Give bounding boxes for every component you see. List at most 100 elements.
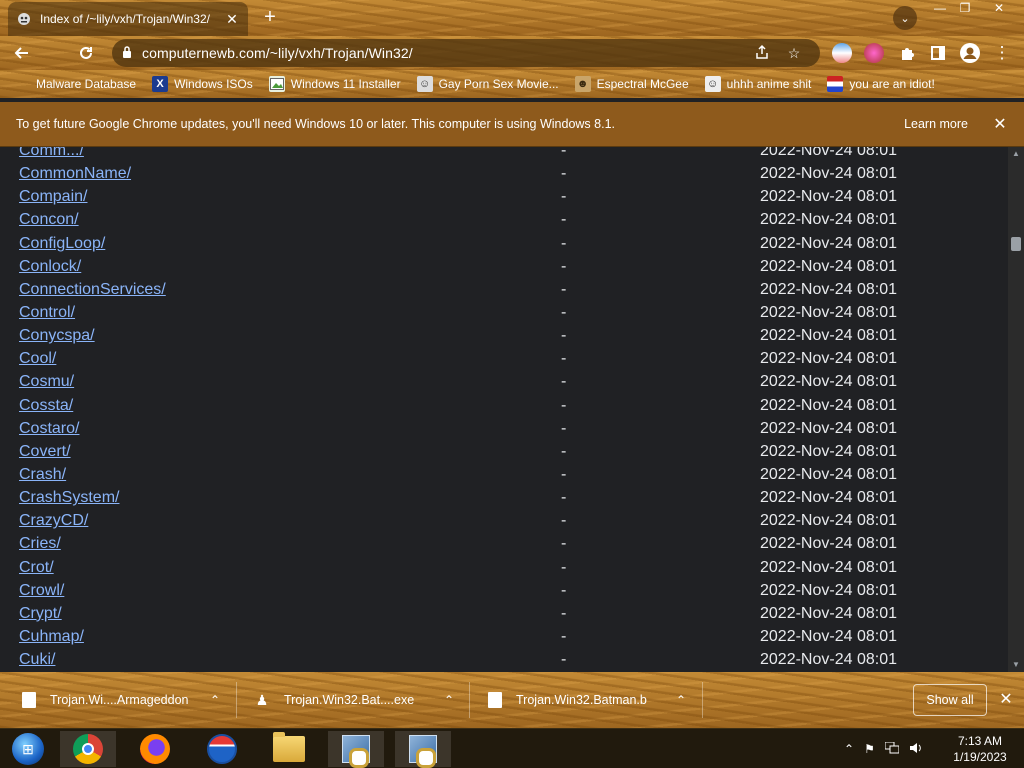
address-bar[interactable]: computernewb.com/~lily/vxh/Trojan/Win32/… xyxy=(112,39,820,67)
directory-link[interactable]: Cossta/ xyxy=(19,397,73,415)
date-cell: 2022-Nov-24 08:01 xyxy=(760,188,897,206)
size-cell: - xyxy=(561,465,567,483)
lock-icon[interactable] xyxy=(122,45,142,61)
chevron-up-icon[interactable]: ⌃ xyxy=(844,742,854,756)
size-cell: - xyxy=(561,442,567,460)
scroll-up-icon[interactable]: ▲ xyxy=(1008,147,1024,161)
directory-link[interactable]: Concon/ xyxy=(19,211,79,229)
directory-link[interactable]: Conycspa/ xyxy=(19,327,95,345)
chevron-up-icon[interactable]: ⌃ xyxy=(674,693,688,707)
share-icon[interactable] xyxy=(746,44,778,63)
bookmark-label: Malware Database xyxy=(36,77,137,91)
new-tab-button[interactable]: + xyxy=(258,6,282,30)
tab-close-icon[interactable]: ✕ xyxy=(224,11,240,28)
directory-link[interactable]: Crypt/ xyxy=(19,605,62,623)
file-icon xyxy=(22,692,36,708)
listing-row: Crypt/ - 2022-Nov-24 08:01 xyxy=(0,603,1008,626)
bookmark-anime[interactable]: ☺ uhhh anime shit xyxy=(704,76,811,92)
listing-row: Crash/ - 2022-Nov-24 08:01 xyxy=(0,464,1008,487)
bookmark-espectral-mcgee[interactable]: ☻ Espectral McGee xyxy=(574,76,689,92)
directory-link[interactable]: Cries/ xyxy=(19,535,61,553)
directory-link[interactable]: Cuki/ xyxy=(19,651,55,669)
tab-search-icon[interactable]: ⌄ xyxy=(893,6,917,30)
tab-active[interactable]: Index of /~lily/vxh/Trojan/Win32/ ✕ xyxy=(8,2,248,36)
directory-link[interactable]: CrashSystem/ xyxy=(19,489,119,507)
size-cell: - xyxy=(561,581,567,599)
learn-more-link[interactable]: Learn more xyxy=(904,117,968,131)
downloads-close-icon[interactable]: ✕ xyxy=(998,690,1014,710)
puzzle-icon[interactable] xyxy=(895,41,919,65)
vertical-scrollbar[interactable]: ▲ ▼ xyxy=(1008,147,1024,672)
directory-link[interactable]: Cool/ xyxy=(19,350,56,368)
extension-avatar-icon[interactable] xyxy=(864,43,884,63)
flag-icon[interactable]: ⚑ xyxy=(864,742,875,756)
bookmark-label: you are an idiot! xyxy=(849,77,935,91)
directory-link[interactable]: Crash/ xyxy=(19,466,66,484)
taskbar-media-center[interactable] xyxy=(194,731,250,767)
extension-flag-icon[interactable] xyxy=(832,43,852,63)
directory-link[interactable]: Crot/ xyxy=(19,559,54,577)
site-favicon-icon xyxy=(16,11,32,27)
chevron-up-icon[interactable]: ⌃ xyxy=(442,693,456,707)
listing-row: Control/ - 2022-Nov-24 08:01 xyxy=(0,302,1008,325)
size-cell: - xyxy=(561,280,567,298)
bookmark-malware-database[interactable]: Malware Database xyxy=(14,76,136,92)
listing-row: Crot/ - 2022-Nov-24 08:01 xyxy=(0,557,1008,580)
scrollbar-thumb[interactable] xyxy=(1011,237,1021,251)
bookmark-adult-site[interactable]: ☺ Gay Porn Sex Movie... xyxy=(416,76,559,92)
directory-link[interactable]: Costaro/ xyxy=(19,420,79,438)
chrome-icon xyxy=(73,734,103,764)
listing-row: ConnectionServices/ - 2022-Nov-24 08:01 xyxy=(0,279,1008,302)
windows-taskbar: ⊞ ⌃ ⚑ 7:13 AM 1/19/2023 xyxy=(0,728,1024,768)
date-cell: 2022-Nov-24 08:01 xyxy=(760,419,897,437)
directory-link[interactable]: CommonName/ xyxy=(19,165,131,183)
size-cell: - xyxy=(561,234,567,252)
bookmark-you-are-an-idiot[interactable]: you are an idiot! xyxy=(827,76,935,92)
directory-link[interactable]: Control/ xyxy=(19,304,75,322)
taskbar-setup-1[interactable] xyxy=(328,731,384,768)
volume-icon[interactable] xyxy=(909,742,923,757)
show-all-button[interactable]: Show all xyxy=(913,684,987,716)
download-item[interactable]: ♟ Trojan.Win32.Bat....exe ⌃ xyxy=(254,680,456,720)
scroll-down-icon[interactable]: ▼ xyxy=(1008,658,1024,672)
clock-time: 7:13 AM xyxy=(957,734,1003,748)
minimize-button[interactable]: — xyxy=(927,0,953,18)
directory-link[interactable]: Cuhmap/ xyxy=(19,628,84,646)
bookmark-windows-11-installer[interactable]: Windows 11 Installer xyxy=(268,76,401,92)
taskbar-firefox[interactable] xyxy=(127,731,183,767)
directory-link[interactable]: CrazyCD/ xyxy=(19,512,88,530)
back-arrow-icon[interactable] xyxy=(10,41,34,65)
taskbar-file-explorer[interactable] xyxy=(261,731,317,767)
size-cell: - xyxy=(561,651,567,669)
directory-link[interactable]: Compain/ xyxy=(19,188,87,206)
download-name: Trojan.Win32.Bat....exe xyxy=(284,693,415,707)
kebab-menu-icon[interactable]: ⋮ xyxy=(990,41,1014,65)
download-item[interactable]: Trojan.Wi....Armageddon ⌃ xyxy=(22,680,222,720)
directory-link[interactable]: Cosmu/ xyxy=(19,373,74,391)
reload-icon[interactable] xyxy=(74,41,98,65)
directory-link[interactable]: Conlock/ xyxy=(19,258,81,276)
directory-link[interactable]: Crowl/ xyxy=(19,582,64,600)
setup-icon xyxy=(409,735,437,768)
bookmark-label: Gay Porn Sex Movie... xyxy=(438,77,559,91)
star-icon[interactable]: ☆ xyxy=(778,45,810,62)
network-icon[interactable] xyxy=(884,741,900,757)
directory-link[interactable]: Covert/ xyxy=(19,443,71,461)
sidebar-icon[interactable] xyxy=(926,41,950,65)
directory-link[interactable]: ConnectionServices/ xyxy=(19,281,166,299)
chevron-up-icon[interactable]: ⌃ xyxy=(208,693,222,707)
listing-row: Conlock/ - 2022-Nov-24 08:01 xyxy=(0,256,1008,279)
download-item[interactable]: Trojan.Win32.Batman.b ⌃ xyxy=(488,680,688,720)
start-button[interactable]: ⊞ xyxy=(0,731,56,767)
close-window-button[interactable]: ✕ xyxy=(984,0,1014,18)
bookmark-windows-isos[interactable]: X Windows ISOs xyxy=(152,76,253,92)
restore-button[interactable]: ❐ xyxy=(952,0,978,18)
directory-link[interactable]: Comm.../ xyxy=(19,147,84,160)
url-text[interactable]: computernewb.com/~lily/vxh/Trojan/Win32/ xyxy=(142,45,746,61)
directory-link[interactable]: ConfigLoop/ xyxy=(19,235,105,253)
taskbar-setup-2[interactable] xyxy=(395,731,451,768)
profile-icon[interactable] xyxy=(958,41,982,65)
infobar-close-icon[interactable]: ✕ xyxy=(992,114,1008,134)
taskbar-chrome[interactable] xyxy=(60,731,116,767)
taskbar-clock[interactable]: 7:13 AM 1/19/2023 xyxy=(940,733,1020,765)
